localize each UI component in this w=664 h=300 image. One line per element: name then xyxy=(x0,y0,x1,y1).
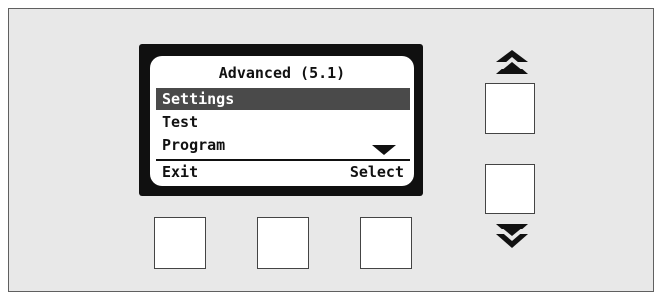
menu-item-settings[interactable]: Settings xyxy=(156,88,410,110)
more-below-icon xyxy=(372,145,396,155)
softkey-divider xyxy=(156,159,410,161)
softkey-label-exit: Exit xyxy=(162,163,199,181)
softkey-button-2[interactable] xyxy=(257,217,309,269)
softkey-label-select: Select xyxy=(349,163,404,181)
softkey-button-3[interactable] xyxy=(360,217,412,269)
scroll-down-button[interactable] xyxy=(485,164,535,214)
scroll-up-button[interactable] xyxy=(485,83,535,134)
screen-title: Advanced (5.1) xyxy=(218,64,346,82)
double-chevron-down-icon xyxy=(496,224,528,248)
double-chevron-up-icon xyxy=(496,50,528,74)
lcd-screen: Advanced (5.1) Settings Test Program Exi… xyxy=(150,56,414,186)
softkey-button-1[interactable] xyxy=(154,217,206,269)
menu-item-test[interactable]: Test xyxy=(156,111,410,133)
